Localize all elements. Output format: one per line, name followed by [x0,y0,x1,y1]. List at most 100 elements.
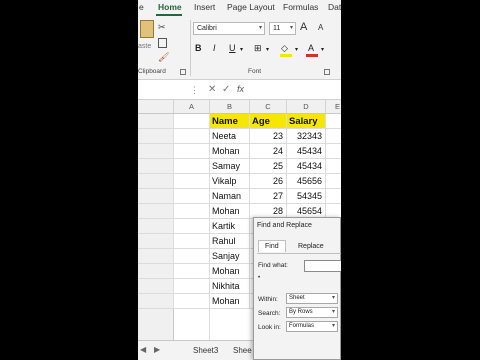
row-header[interactable] [138,294,174,309]
row-header[interactable] [138,204,174,219]
grow-font-button[interactable]: A [300,21,307,33]
column-header[interactable]: B [210,100,250,114]
table-cell[interactable] [174,189,210,204]
tab-home[interactable]: Home [158,2,182,12]
sheet-tab[interactable]: Shee [233,346,252,355]
row-header[interactable] [138,129,174,144]
within-select[interactable]: Sheet ▾ [286,293,338,304]
chevron-down-icon[interactable]: ▾ [266,46,269,53]
table-cell[interactable] [326,129,341,144]
sheet-tab[interactable]: Sheet3 [193,346,218,355]
tab-page-layout[interactable]: Page Layout [227,2,275,12]
table-cell[interactable] [174,279,210,294]
table-cell[interactable]: 27 [250,189,287,204]
font-launcher-icon[interactable] [324,69,330,75]
chevron-down-icon[interactable]: ▾ [295,46,298,53]
tab-replace[interactable]: Replace [298,243,324,250]
column-title[interactable]: Salary [287,114,326,129]
table-cell[interactable]: Naman [210,189,250,204]
table-cell[interactable] [174,114,210,129]
font-size-select[interactable]: 11 ▾ [269,22,296,35]
table-cell[interactable]: Mohan [210,144,250,159]
table-cell[interactable]: 45656 [287,174,326,189]
table-cell[interactable] [174,249,210,264]
clipboard-launcher-icon[interactable] [180,69,186,75]
table-cell[interactable]: Nikhita [210,279,250,294]
table-cell[interactable] [174,174,210,189]
cut-icon[interactable]: ✂ [158,22,168,32]
row-header[interactable] [138,159,174,174]
table-cell[interactable] [326,144,341,159]
column-header[interactable]: A [174,100,210,114]
table-cell[interactable]: 32343 [287,129,326,144]
tab-formulas[interactable]: Formulas [283,2,318,12]
paste-icon[interactable] [140,20,154,38]
chevron-down-icon[interactable]: ▾ [321,46,324,53]
table-cell[interactable]: Kartik [210,219,250,234]
table-cell[interactable] [326,174,341,189]
table-cell[interactable] [174,294,210,309]
chevron-down-icon[interactable]: ▾ [240,46,243,53]
row-header[interactable] [138,234,174,249]
search-select[interactable]: By Rows ▾ [286,307,338,318]
table-cell[interactable]: 45434 [287,159,326,174]
tab-insert[interactable]: Insert [194,2,215,12]
table-cell[interactable]: Vikalp [210,174,250,189]
table-cell[interactable]: Rahul [210,234,250,249]
table-cell[interactable]: 45434 [287,144,326,159]
underline-button[interactable]: U [229,43,236,53]
table-cell[interactable]: Sanjay [210,249,250,264]
font-color-icon[interactable]: A [308,43,314,53]
table-cell[interactable]: Mohan [210,204,250,219]
tab-data[interactable]: Dat [328,2,341,12]
table-cell[interactable]: Neeta [210,129,250,144]
shrink-font-button[interactable]: A [318,23,323,32]
table-cell[interactable]: 23 [250,129,287,144]
table-cell[interactable] [174,204,210,219]
row-header[interactable] [138,189,174,204]
column-title[interactable]: Age [250,114,287,129]
font-name-select[interactable]: Calibri ▾ [193,22,265,35]
column-header[interactable]: D [287,100,326,114]
table-cell[interactable]: Mohan [210,264,250,279]
table-cell[interactable]: 24 [250,144,287,159]
table-cell[interactable] [326,159,341,174]
table-cell[interactable] [326,114,341,129]
italic-button[interactable]: I [213,43,216,53]
table-cell[interactable] [326,189,341,204]
tab-find[interactable]: Find [258,240,286,252]
format-painter-icon[interactable]: 🖌 [158,52,169,62]
fill-color-icon[interactable]: ◇ [281,43,288,54]
enter-icon[interactable]: ✓ [222,84,230,95]
row-header[interactable] [138,249,174,264]
table-cell[interactable]: Samay [210,159,250,174]
table-cell[interactable] [174,129,210,144]
table-cell[interactable] [174,219,210,234]
row-header[interactable] [138,144,174,159]
look-in-select[interactable]: Formulas ▾ [286,321,338,332]
tab-file[interactable]: e [139,2,144,12]
cancel-icon[interactable]: ✕ [208,84,216,95]
find-what-input[interactable] [304,260,341,272]
row-header[interactable] [138,114,174,129]
table-cell[interactable] [174,159,210,174]
select-all-corner[interactable] [138,100,174,114]
table-cell[interactable]: 54345 [287,189,326,204]
bold-button[interactable]: B [195,43,202,53]
table-cell[interactable]: Mohan [210,294,250,309]
insert-function-button[interactable]: fx [237,84,244,94]
table-cell[interactable] [174,264,210,279]
row-header[interactable] [138,219,174,234]
chevron-right-icon[interactable]: ▶ [154,345,160,354]
column-header[interactable]: C [250,100,287,114]
table-cell[interactable] [174,234,210,249]
column-header[interactable]: E [326,100,341,114]
chevron-left-icon[interactable]: ◀ [140,345,146,354]
row-header[interactable] [138,264,174,279]
table-cell[interactable]: 25 [250,159,287,174]
table-cell[interactable]: 26 [250,174,287,189]
more-icon[interactable]: ⋮ [190,85,199,96]
copy-icon[interactable] [158,38,167,48]
row-header[interactable] [138,279,174,294]
table-cell[interactable] [174,144,210,159]
